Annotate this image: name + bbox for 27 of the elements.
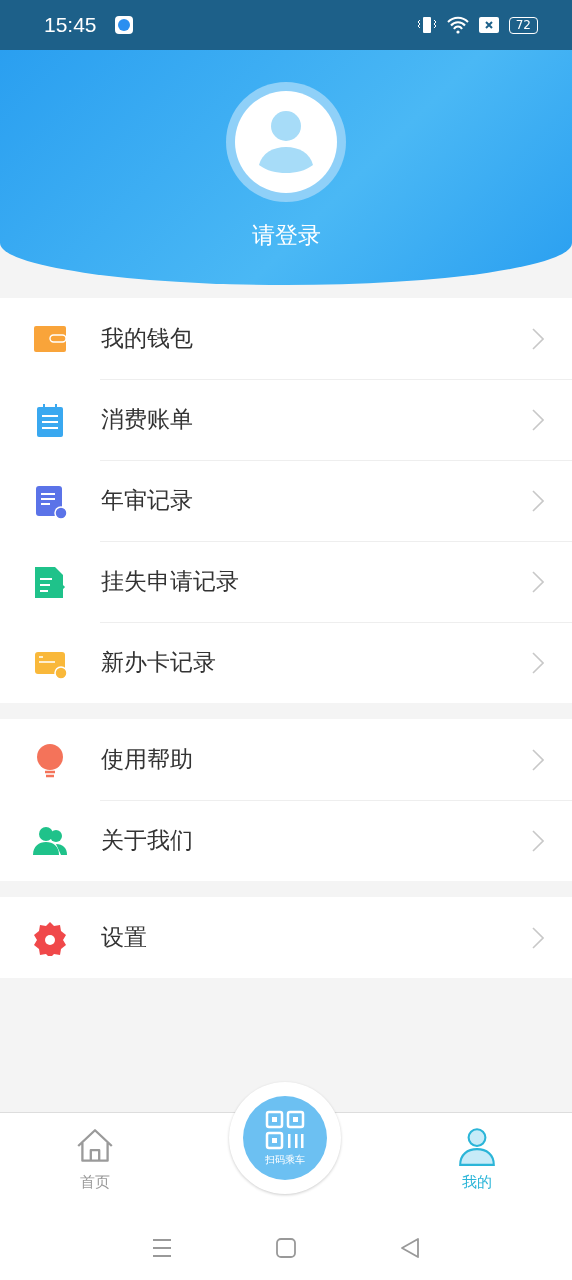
settings-icon bbox=[32, 919, 68, 956]
back-icon[interactable] bbox=[398, 1235, 422, 1260]
qr-code-icon bbox=[265, 1109, 305, 1150]
chevron-icon bbox=[532, 748, 544, 771]
chevron-icon bbox=[532, 926, 544, 949]
menu-item[interactable]: 我的钱包 bbox=[0, 298, 572, 379]
menu-item[interactable]: 使用帮助 bbox=[0, 719, 572, 800]
chevron-icon bbox=[532, 651, 544, 674]
menu-item[interactable]: 关于我们 bbox=[0, 800, 572, 881]
menu-item[interactable]: 新办卡记录 bbox=[0, 622, 572, 703]
menu-item[interactable]: 年审记录 bbox=[0, 460, 572, 541]
no-sim-icon bbox=[478, 17, 499, 33]
wifi-icon bbox=[446, 16, 469, 34]
chevron-icon bbox=[532, 408, 544, 431]
chevron-icon bbox=[532, 829, 544, 852]
avatar-icon[interactable] bbox=[226, 82, 346, 202]
menu-item[interactable]: 消费账单 bbox=[0, 379, 572, 460]
home-button-icon[interactable] bbox=[274, 1235, 298, 1260]
status-time: 15:45 bbox=[44, 13, 97, 37]
menu-item[interactable]: 挂失申请记录 bbox=[0, 541, 572, 622]
chevron-icon bbox=[532, 570, 544, 593]
app-notification-icon bbox=[114, 16, 133, 34]
menu-item[interactable]: 设置 bbox=[0, 897, 572, 978]
battery-level: 72 bbox=[508, 16, 538, 34]
vibrate-icon bbox=[416, 16, 437, 34]
chevron-icon bbox=[532, 327, 544, 350]
chevron-icon bbox=[532, 489, 544, 512]
